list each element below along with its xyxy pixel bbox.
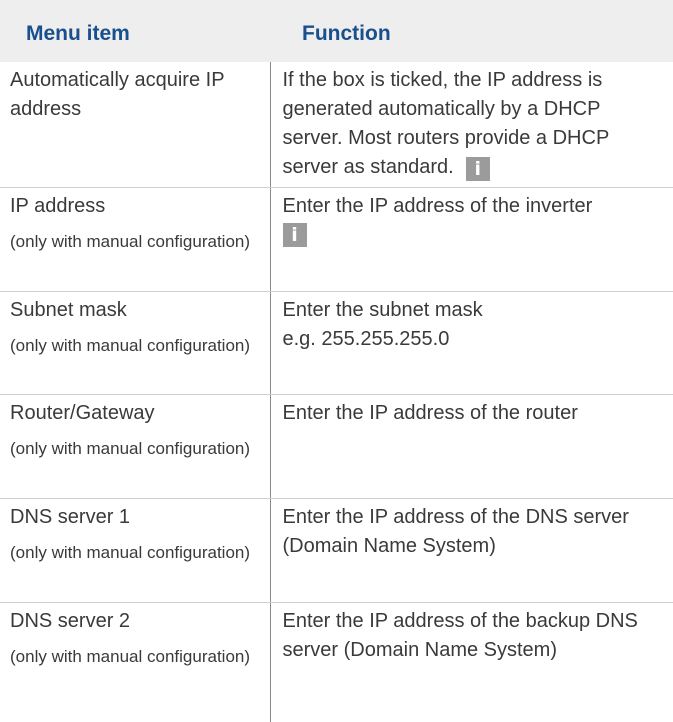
table-row: Subnet mask (only with manual configurat… <box>0 292 673 395</box>
menu-item-label: IP address <box>10 192 256 221</box>
function-text: Enter the IP address of the backup DNS s… <box>283 610 638 661</box>
function-text: If the box is ticked, the IP address is … <box>283 69 609 178</box>
function-cell: Enter the IP address of the DNS server (… <box>270 499 673 603</box>
menu-item-note: (only with manual configuration) <box>10 540 256 566</box>
menu-item-label: Router/Gateway <box>10 399 256 428</box>
menu-item-note: (only with manual configuration) <box>10 229 256 255</box>
menu-item-cell: DNS server 2 (only with manual configura… <box>0 603 270 722</box>
table-header-row: Menu item Function <box>0 0 673 62</box>
table-row: Automatically acquire IP address If the … <box>0 62 673 188</box>
menu-item-cell: DNS server 1 (only with manual configura… <box>0 499 270 603</box>
menu-item-label: Automatically acquire IP address <box>10 66 256 124</box>
menu-function-table: Menu item Function Automatically acquire… <box>0 0 673 722</box>
function-cell: Enter the IP address of the inverter i <box>270 188 673 292</box>
table-row: Router/Gateway (only with manual configu… <box>0 395 673 499</box>
settings-table-container: Menu item Function Automatically acquire… <box>0 0 673 720</box>
function-cell: Enter the IP address of the backup DNS s… <box>270 603 673 722</box>
menu-item-note: (only with manual configuration) <box>10 333 256 359</box>
info-icon: i <box>283 223 307 247</box>
menu-item-note: (only with manual configuration) <box>10 644 256 670</box>
function-text: Enter the IP address of the inverter <box>283 195 593 217</box>
table-row: DNS server 2 (only with manual configura… <box>0 603 673 722</box>
function-cell: Enter the IP address of the router <box>270 395 673 499</box>
table-row: IP address (only with manual configurati… <box>0 188 673 292</box>
function-text: Enter the IP address of the DNS server (… <box>283 506 629 557</box>
menu-item-cell: Router/Gateway (only with manual configu… <box>0 395 270 499</box>
menu-item-cell: IP address (only with manual configurati… <box>0 188 270 292</box>
info-icon: i <box>466 157 490 181</box>
menu-item-cell: Automatically acquire IP address <box>0 62 270 188</box>
menu-item-cell: Subnet mask (only with manual configurat… <box>0 292 270 395</box>
menu-item-label: DNS server 1 <box>10 503 256 532</box>
function-cell: Enter the subnet mask e.g. 255.255.255.0 <box>270 292 673 395</box>
menu-item-note: (only with manual configuration) <box>10 436 256 462</box>
menu-item-label: DNS server 2 <box>10 607 256 636</box>
function-cell: If the box is ticked, the IP address is … <box>270 62 673 188</box>
function-text: Enter the subnet mask <box>283 296 660 325</box>
header-function: Function <box>270 0 673 62</box>
header-menu-item: Menu item <box>0 0 270 62</box>
function-example: e.g. 255.255.255.0 <box>283 325 660 354</box>
table-row: DNS server 1 (only with manual configura… <box>0 499 673 603</box>
function-text: Enter the IP address of the router <box>283 402 578 424</box>
menu-item-label: Subnet mask <box>10 296 256 325</box>
